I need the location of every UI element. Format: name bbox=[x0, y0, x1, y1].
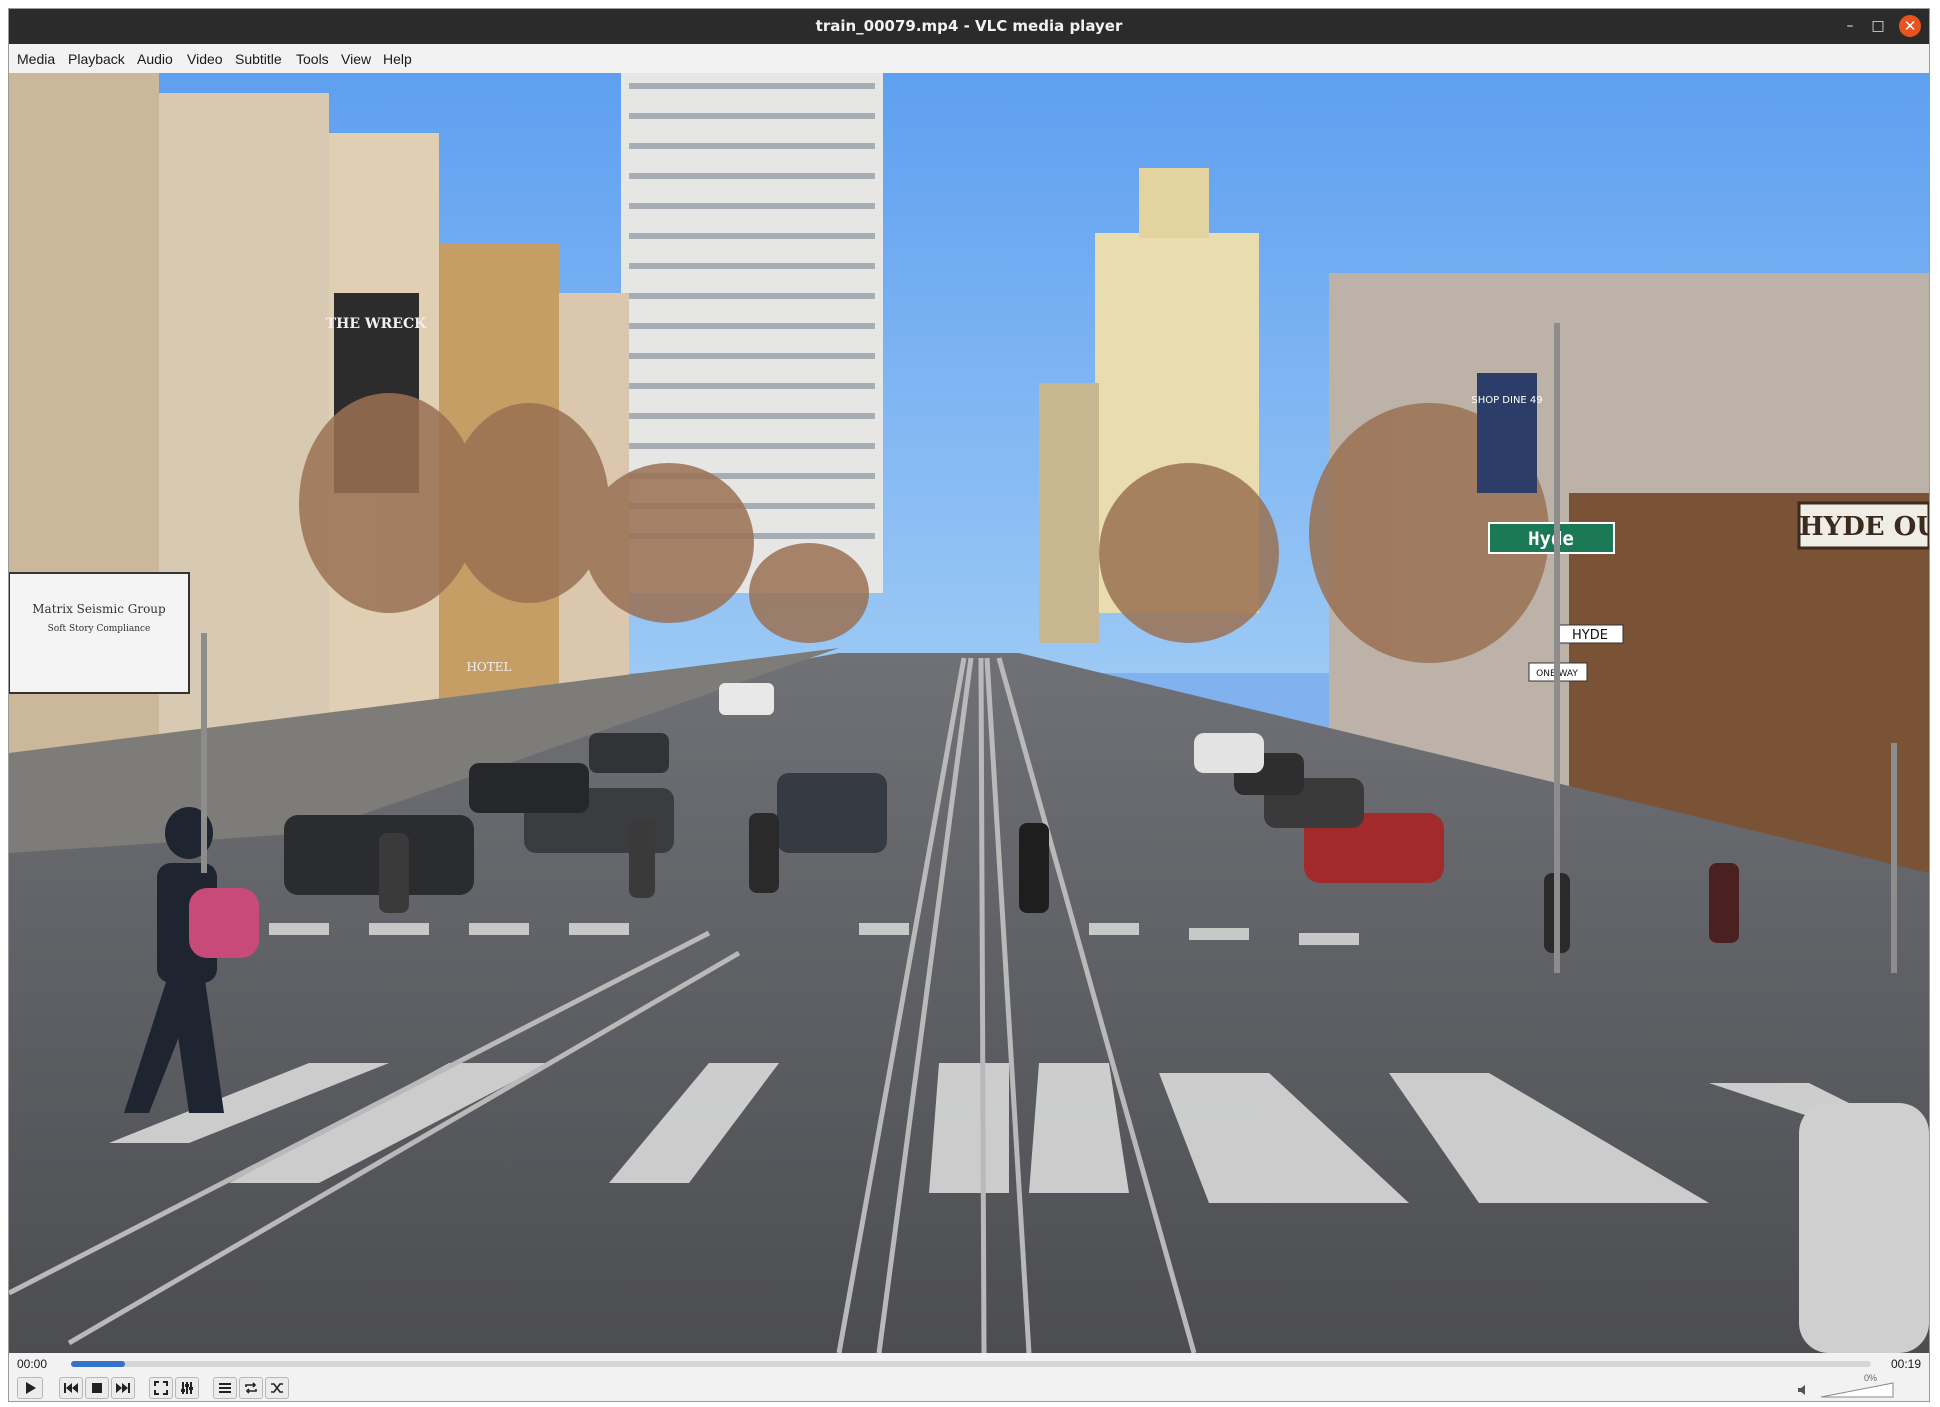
prev-icon bbox=[64, 1383, 78, 1393]
next-button[interactable] bbox=[111, 1377, 135, 1399]
billboard-text-1: Matrix Seismic Group bbox=[32, 602, 166, 616]
fullscreen-icon bbox=[154, 1381, 168, 1395]
hyde-sign-text: Hyde bbox=[1528, 528, 1574, 550]
previous-button[interactable] bbox=[59, 1377, 83, 1399]
control-bar: 00:00 00:19 0% bbox=[9, 1353, 1929, 1401]
billboard-text-2: Soft Story Compliance bbox=[48, 624, 151, 634]
street-scene-image: Hyde HYDE ONE WAY SHOP DINE 49 HYDE OU M… bbox=[9, 73, 1929, 1353]
stop-button[interactable] bbox=[85, 1377, 109, 1399]
menu-view[interactable]: View bbox=[341, 51, 371, 67]
menu-tools[interactable]: Tools bbox=[296, 51, 329, 67]
volume-slider[interactable] bbox=[1821, 1382, 1895, 1398]
seek-progress bbox=[71, 1361, 125, 1367]
fullscreen-button[interactable] bbox=[149, 1377, 173, 1399]
menu-bar: Media Playback Audio Video Subtitle Tool… bbox=[9, 44, 1929, 74]
play-icon bbox=[26, 1382, 36, 1394]
close-button[interactable]: ✕ bbox=[1899, 15, 1921, 37]
total-time: 00:19 bbox=[1890, 1357, 1921, 1371]
loop-icon bbox=[245, 1382, 257, 1394]
menu-media[interactable]: Media bbox=[17, 51, 55, 67]
speaker-icon[interactable] bbox=[1797, 1383, 1811, 1397]
extended-settings-button[interactable] bbox=[175, 1377, 199, 1399]
menu-help[interactable]: Help bbox=[383, 51, 412, 67]
shuffle-button[interactable] bbox=[265, 1377, 289, 1399]
loop-button[interactable] bbox=[239, 1377, 263, 1399]
menu-video[interactable]: Video bbox=[187, 51, 223, 67]
extended-settings-icon bbox=[181, 1382, 193, 1394]
tower-sign-text: THE WRECK bbox=[326, 316, 427, 332]
stop-icon bbox=[92, 1383, 102, 1393]
hotel-sign-text: HOTEL bbox=[466, 660, 511, 674]
shop-banner-text: SHOP DINE 49 bbox=[1471, 395, 1542, 406]
store-sign-text: HYDE OU bbox=[1799, 512, 1929, 542]
playlist-icon bbox=[219, 1383, 231, 1393]
seek-slider[interactable] bbox=[71, 1361, 1871, 1367]
playlist-button[interactable] bbox=[213, 1377, 237, 1399]
menu-audio[interactable]: Audio bbox=[137, 51, 173, 67]
video-frame[interactable]: Hyde HYDE ONE WAY SHOP DINE 49 HYDE OU M… bbox=[9, 73, 1929, 1353]
play-button[interactable] bbox=[17, 1377, 43, 1399]
menu-playback[interactable]: Playback bbox=[68, 51, 125, 67]
minimize-button[interactable]: – bbox=[1839, 15, 1861, 37]
title-bar[interactable]: train_00079.mp4 - VLC media player – □ ✕ bbox=[9, 9, 1929, 44]
shuffle-icon bbox=[271, 1383, 283, 1393]
maximize-button[interactable]: □ bbox=[1867, 15, 1889, 37]
window-title: train_00079.mp4 - VLC media player bbox=[815, 17, 1123, 35]
vlc-window: train_00079.mp4 - VLC media player – □ ✕… bbox=[8, 8, 1930, 1402]
menu-subtitle[interactable]: Subtitle bbox=[235, 51, 282, 67]
volume-control[interactable]: 0% bbox=[1797, 1373, 1907, 1399]
next-icon bbox=[116, 1383, 130, 1393]
approaching-car bbox=[777, 773, 887, 853]
hyde-blade-text: HYDE bbox=[1572, 628, 1608, 643]
elapsed-time: 00:00 bbox=[17, 1357, 48, 1371]
